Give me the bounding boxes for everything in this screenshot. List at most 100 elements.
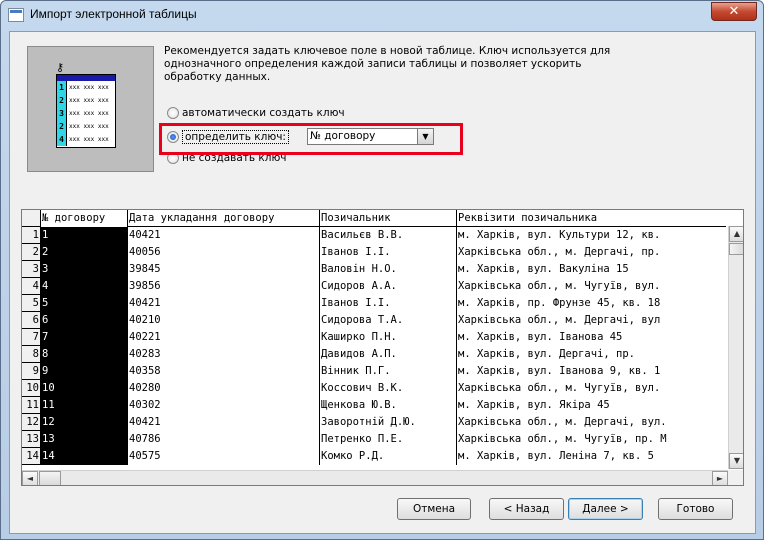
row-number: 2 bbox=[22, 244, 41, 261]
back-button[interactable]: < Назад bbox=[489, 498, 564, 520]
table-row[interactable]: 5 5 40421 Іванов І.І. м. Харків, пр. Фрунзе … bbox=[22, 295, 726, 312]
title-bar[interactable]: Импорт электронной таблицы ✕ bbox=[1, 1, 763, 31]
cell-contract-number: 11 bbox=[41, 397, 128, 414]
mini-row-values: xxx xxx xxx bbox=[69, 123, 109, 130]
cell-borrower: Коссович В.К. bbox=[320, 380, 457, 397]
mini-table-row: 1 xxx xxx xxx bbox=[57, 81, 115, 94]
mini-row-number: 1 bbox=[57, 81, 67, 94]
cell-borrower-details: м. Харків, вул. Культури 12, кв. bbox=[458, 229, 661, 241]
table-row[interactable]: 3 3 39845 Валовін Н.О. м. Харків, вул. Вакул… bbox=[22, 261, 726, 278]
cell-contract-date: 40210 bbox=[128, 312, 320, 329]
mini-table-row: 3 xxx xxx xxx bbox=[57, 107, 115, 120]
cell-borrower-details: м. Харків, вул. Вакуліна 15 bbox=[458, 263, 629, 275]
scroll-right-button[interactable]: ► bbox=[712, 471, 728, 485]
cell-borrower-details: м. Харків, вул. Якіра 45 bbox=[458, 399, 610, 411]
cell-contract-number: 7 bbox=[41, 329, 128, 346]
cell-borrower: Сидорова Т.А. bbox=[320, 312, 457, 329]
table-row[interactable]: 4 4 39856 Сидоров А.А. Харківська обл., м. Ч… bbox=[22, 278, 726, 295]
table-row[interactable]: 2 2 40056 Іванов І.І. Харківська обл., м. Де… bbox=[22, 244, 726, 261]
column-header[interactable]: Позичальник bbox=[320, 210, 457, 227]
grid-content: № договору Дата укладання договору Позич… bbox=[22, 210, 726, 470]
radio-auto-key[interactable]: автоматически создать ключ bbox=[167, 107, 345, 119]
table-row[interactable]: 14 14 40575 Комко Р.Д. м. Харків, вул. Ленін… bbox=[22, 448, 726, 465]
cell-borrower-details: м. Харків, вул. Іванова 45 bbox=[458, 331, 623, 343]
row-number: 1 bbox=[22, 227, 41, 244]
row-number: 10 bbox=[22, 380, 41, 397]
cell-contract-number: 10 bbox=[41, 380, 128, 397]
row-number: 9 bbox=[22, 363, 41, 380]
annotation-highlight bbox=[159, 123, 463, 155]
next-button[interactable]: Далее > bbox=[568, 498, 643, 520]
mini-row-values: xxx xxx xxx bbox=[69, 84, 109, 91]
cell-borrower: Іванов І.І. bbox=[320, 244, 457, 261]
mini-row-number: 4 bbox=[57, 133, 67, 146]
cell-contract-number: 1 bbox=[41, 227, 128, 244]
cell-contract-date: 39845 bbox=[128, 261, 320, 278]
table-row[interactable]: 12 12 40421 Заворотній Д.Ю. Харківська обл.,… bbox=[22, 414, 726, 431]
import-spreadsheet-dialog: Импорт электронной таблицы ✕ ⚷ 1 xxx xxx … bbox=[0, 0, 764, 540]
cell-contract-date: 40056 bbox=[128, 244, 320, 261]
mini-row-number: 2 bbox=[57, 94, 67, 107]
dialog-body: ⚷ 1 xxx xxx xxx 2 xxx xxx xxx 3 xxx xxx xxx 2 x… bbox=[9, 31, 756, 534]
header-row: № договору Дата укладання договору Позич… bbox=[22, 210, 726, 227]
horizontal-scrollbar[interactable]: ◄ ► bbox=[22, 470, 728, 485]
data-preview-grid[interactable]: № договору Дата укладання договору Позич… bbox=[21, 209, 744, 486]
key-icon: ⚷ bbox=[56, 61, 65, 74]
radio-circle[interactable] bbox=[167, 107, 179, 119]
horizontal-scroll-thumb[interactable] bbox=[39, 471, 61, 485]
table-row[interactable]: 9 9 40358 Вінник П.Г. м. Харків, вул. Іванов… bbox=[22, 363, 726, 380]
cell-borrower-details: м. Харків, вул. Іванова 9, кв. 1 bbox=[458, 365, 661, 377]
table-row[interactable]: 10 10 40280 Коссович В.К. Харківська обл., м… bbox=[22, 380, 726, 397]
finish-button[interactable]: Готово bbox=[658, 498, 733, 520]
cell-contract-date: 40302 bbox=[128, 397, 320, 414]
table-row[interactable]: 7 7 40221 Каширко П.Н. м. Харків, вул. Івано… bbox=[22, 329, 726, 346]
cell-contract-date: 40786 bbox=[128, 431, 320, 448]
cell-borrower: Давидов А.П. bbox=[320, 346, 457, 363]
cell-borrower: Іванов І.І. bbox=[320, 295, 457, 312]
cell-borrower: Вінник П.Г. bbox=[320, 363, 457, 380]
cell-borrower-details: Харківська обл., м. Дергачі, вул. bbox=[458, 416, 667, 428]
window-title: Импорт электронной таблицы bbox=[30, 7, 197, 21]
table-row[interactable]: 1 1 40421 Васильєв В.В. м. Харків, вул. Куль… bbox=[22, 227, 726, 244]
mini-table-row: 2 xxx xxx xxx bbox=[57, 94, 115, 107]
table-row[interactable]: 6 6 40210 Сидорова Т.А. Харківська обл., м. … bbox=[22, 312, 726, 329]
vertical-scroll-thumb[interactable] bbox=[729, 243, 743, 255]
cell-borrower-details: м. Харків, вул. Леніна 7, кв. 5 bbox=[458, 450, 654, 462]
mini-table-row: 4 xxx xxx xxx bbox=[57, 133, 115, 146]
cell-borrower: Комко Р.Д. bbox=[320, 448, 457, 465]
scroll-left-button[interactable]: ◄ bbox=[22, 471, 38, 485]
table-row[interactable]: 8 8 40283 Давидов А.П. м. Харків, вул. Дерга… bbox=[22, 346, 726, 363]
close-button[interactable]: ✕ bbox=[711, 2, 757, 21]
cell-borrower: Заворотній Д.Ю. bbox=[320, 414, 457, 431]
cell-borrower-details: Харківська обл., м. Дергачі, пр. bbox=[458, 246, 661, 258]
table-row[interactable]: 13 13 40786 Петренко П.Е. Харківська обл., м… bbox=[22, 431, 726, 448]
cell-contract-number: 6 bbox=[41, 312, 128, 329]
row-number: 12 bbox=[22, 414, 41, 431]
row-number: 6 bbox=[22, 312, 41, 329]
scroll-down-button[interactable]: ▼ bbox=[729, 453, 743, 469]
cell-borrower-details: Харківська обл., м. Чугуїв, вул. bbox=[458, 280, 661, 292]
cell-contract-number: 12 bbox=[41, 414, 128, 431]
cell-borrower-details: Харківська обл., м. Дергачі, вул bbox=[458, 314, 661, 326]
mini-row-values: xxx xxx xxx bbox=[69, 110, 109, 117]
column-header[interactable]: Реквізити позичальника bbox=[457, 210, 726, 227]
column-header[interactable]: Дата укладання договору bbox=[128, 210, 320, 227]
vertical-scrollbar[interactable]: ▲ ▼ bbox=[728, 226, 743, 469]
cancel-button[interactable]: Отмена bbox=[397, 498, 471, 520]
cell-borrower: Валовін Н.О. bbox=[320, 261, 457, 278]
cell-borrower: Щенкова Ю.В. bbox=[320, 397, 457, 414]
cell-borrower-details: Харківська обл., м. Чугуїв, пр. М bbox=[458, 433, 667, 445]
row-number: 4 bbox=[22, 278, 41, 295]
row-number: 13 bbox=[22, 431, 41, 448]
cell-contract-number: 4 bbox=[41, 278, 128, 295]
table-row[interactable]: 11 11 40302 Щенкова Ю.В. м. Харків, вул. Які… bbox=[22, 397, 726, 414]
cell-contract-date: 40421 bbox=[128, 295, 320, 312]
cell-borrower: Сидоров А.А. bbox=[320, 278, 457, 295]
cell-borrower-details: Харківська обл., м. Чугуїв, вул. bbox=[458, 382, 661, 394]
cell-contract-date: 40280 bbox=[128, 380, 320, 397]
mini-row-number: 2 bbox=[57, 120, 67, 133]
column-header[interactable]: № договору bbox=[41, 210, 128, 227]
row-number: 3 bbox=[22, 261, 41, 278]
row-number: 14 bbox=[22, 448, 41, 465]
scroll-up-button[interactable]: ▲ bbox=[729, 226, 743, 242]
